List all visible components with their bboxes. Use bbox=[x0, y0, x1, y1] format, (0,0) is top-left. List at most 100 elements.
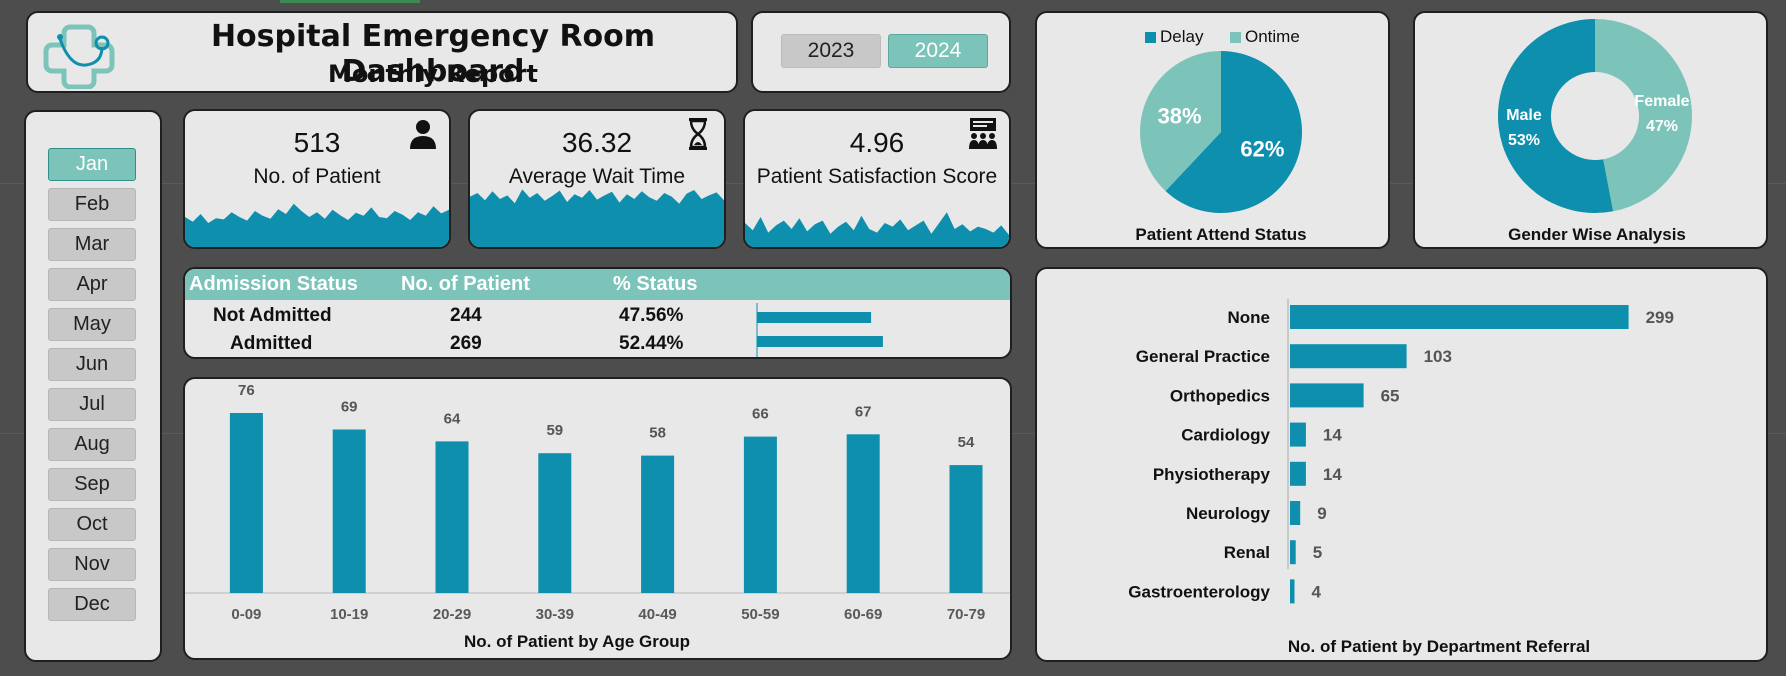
title-card: Hospital Emergency Room Dashboard Monthl… bbox=[26, 11, 738, 93]
percent-cell: 52.44% bbox=[619, 333, 684, 354]
pie-data-label: 38% bbox=[1158, 104, 1202, 129]
age-bar bbox=[229, 413, 263, 593]
dept-bar bbox=[1290, 540, 1296, 565]
column-header: No. of Patient bbox=[401, 273, 530, 295]
dept-category-label: Physiotherapy bbox=[1153, 465, 1271, 484]
pie-title: Patient Attend Status bbox=[1135, 225, 1306, 244]
dept-category-label: None bbox=[1228, 308, 1271, 327]
age-tick-label: 50-59 bbox=[741, 606, 779, 623]
presentation-group-icon bbox=[969, 118, 997, 149]
sheet-selection-strip bbox=[280, 0, 420, 3]
age-chart-title: No. of Patient by Age Group bbox=[464, 632, 690, 651]
age-bar bbox=[846, 434, 880, 593]
year-button-2024[interactable]: 2024 bbox=[888, 34, 988, 68]
dept-category-label: General Practice bbox=[1136, 347, 1270, 366]
age-bar-value: 59 bbox=[546, 422, 563, 439]
dept-bar bbox=[1290, 501, 1301, 525]
dept-bar bbox=[1290, 383, 1364, 408]
donut-category-label: Female bbox=[1634, 93, 1689, 110]
year-slicer: 2023 2024 bbox=[751, 11, 1011, 93]
age-bar bbox=[641, 455, 675, 593]
column-header: % Status bbox=[613, 273, 698, 295]
dept-bar-value: 5 bbox=[1313, 543, 1322, 562]
age-bar bbox=[949, 465, 983, 593]
count-cell: 244 bbox=[450, 305, 482, 326]
dept-bar bbox=[1290, 305, 1629, 329]
hourglass-icon bbox=[689, 118, 707, 150]
status-cell: Admitted bbox=[230, 333, 313, 354]
year-button-2023[interactable]: 2023 bbox=[781, 34, 881, 68]
kpi-label: No. of Patient bbox=[253, 165, 381, 188]
percent-cell: 47.56% bbox=[619, 305, 684, 326]
age-group-chart-card: 76 0-09 69 10-19 64 20-29 59 30-39 58 40-49 66 50-5… bbox=[183, 377, 1012, 660]
age-bar-value: 66 bbox=[752, 406, 769, 423]
month-button-jul[interactable]: Jul bbox=[48, 388, 136, 421]
attend-status-pie-chart: 62% 38% Delay Ontime Patient Attend Status bbox=[1135, 27, 1306, 244]
dept-bar bbox=[1290, 461, 1306, 486]
donut-category-label: Male bbox=[1506, 107, 1542, 124]
pie-data-label: 62% bbox=[1240, 136, 1284, 161]
month-button-jan[interactable]: Jan bbox=[48, 148, 136, 181]
dept-category-label: Neurology bbox=[1186, 504, 1271, 523]
kpi-card-patients: 513 No. of Patient bbox=[183, 109, 451, 249]
age-bar-value: 54 bbox=[958, 434, 975, 451]
dept-bar bbox=[1290, 422, 1306, 447]
dept-chart-title: No. of Patient by Department Referral bbox=[1288, 637, 1590, 656]
kpi-card-satisfaction: 4.96 Patient Satisfaction Score bbox=[743, 109, 1011, 249]
admission-share-bar bbox=[757, 336, 883, 347]
kpi-label: Patient Satisfaction Score bbox=[756, 165, 998, 188]
patients-sparkline bbox=[185, 203, 449, 247]
dashboard-subtitle: Monthly Report bbox=[328, 60, 538, 88]
dept-bar-value: 65 bbox=[1381, 386, 1400, 405]
dept-category-label: Renal bbox=[1224, 543, 1270, 562]
donut-slice-female bbox=[1595, 19, 1692, 212]
age-tick-label: 70-79 bbox=[947, 606, 985, 623]
month-button-jun[interactable]: Jun bbox=[48, 348, 136, 381]
age-bar bbox=[332, 429, 366, 593]
department-referral-bar-chart: None 299 General Practice 103 Orthopedics 65 C… bbox=[1128, 299, 1674, 656]
gender-analysis-card: Male 53% Female 47% Gender Wise Analysis bbox=[1413, 11, 1768, 249]
status-cell: Not Admitted bbox=[213, 305, 332, 326]
donut-data-label: 53% bbox=[1508, 132, 1540, 149]
age-bar bbox=[538, 453, 572, 593]
month-button-apr[interactable]: Apr bbox=[48, 268, 136, 301]
age-bar-value: 58 bbox=[649, 425, 666, 442]
attend-status-card: 62% 38% Delay Ontime Patient Attend Status bbox=[1035, 11, 1390, 249]
month-button-sep[interactable]: Sep bbox=[48, 468, 136, 501]
dept-bar-value: 14 bbox=[1323, 426, 1342, 445]
legend-swatch bbox=[1230, 32, 1241, 43]
age-bar bbox=[435, 441, 469, 593]
wait-time-sparkline bbox=[470, 189, 724, 247]
month-button-feb[interactable]: Feb bbox=[48, 188, 136, 221]
dept-bar bbox=[1290, 579, 1295, 604]
age-bar-value: 69 bbox=[341, 399, 358, 416]
dept-category-label: Cardiology bbox=[1181, 426, 1270, 445]
month-button-may[interactable]: May bbox=[48, 308, 136, 341]
age-group-bar-chart: 76 0-09 69 10-19 64 20-29 59 30-39 58 40-49 66 50-5… bbox=[185, 382, 1010, 651]
admission-status-table: Admission Status No. of Patient % Status… bbox=[183, 267, 1012, 359]
dept-bar-value: 9 bbox=[1317, 504, 1326, 523]
column-header: Admission Status bbox=[189, 273, 358, 295]
dept-bar-value: 299 bbox=[1646, 308, 1674, 327]
month-button-oct[interactable]: Oct bbox=[48, 508, 136, 541]
age-tick-label: 20-29 bbox=[433, 606, 471, 623]
table-header: Admission Status No. of Patient % Status bbox=[185, 269, 1010, 300]
month-button-aug[interactable]: Aug bbox=[48, 428, 136, 461]
month-slicer: Jan Feb Mar Apr May Jun Jul Aug Sep Oct … bbox=[24, 110, 162, 662]
dept-bar bbox=[1290, 344, 1407, 369]
age-tick-label: 40-49 bbox=[638, 606, 676, 623]
sparkline-area bbox=[470, 189, 724, 247]
age-tick-label: 30-39 bbox=[536, 606, 574, 623]
department-referral-card: None 299 General Practice 103 Orthopedics 65 C… bbox=[1035, 267, 1768, 662]
age-bar-value: 67 bbox=[855, 403, 872, 420]
sparkline-area bbox=[185, 203, 449, 247]
person-icon bbox=[410, 120, 436, 149]
gender-donut-chart: Male 53% Female 47% Gender Wise Analysis bbox=[1497, 18, 1692, 244]
age-bar bbox=[743, 436, 777, 593]
legend-label: Ontime bbox=[1245, 27, 1300, 46]
month-button-nov[interactable]: Nov bbox=[48, 548, 136, 581]
month-button-mar[interactable]: Mar bbox=[48, 228, 136, 261]
month-button-dec[interactable]: Dec bbox=[48, 588, 136, 621]
kpi-card-wait-time: 36.32 Average Wait Time bbox=[468, 109, 726, 249]
age-bar-value: 76 bbox=[238, 382, 255, 399]
